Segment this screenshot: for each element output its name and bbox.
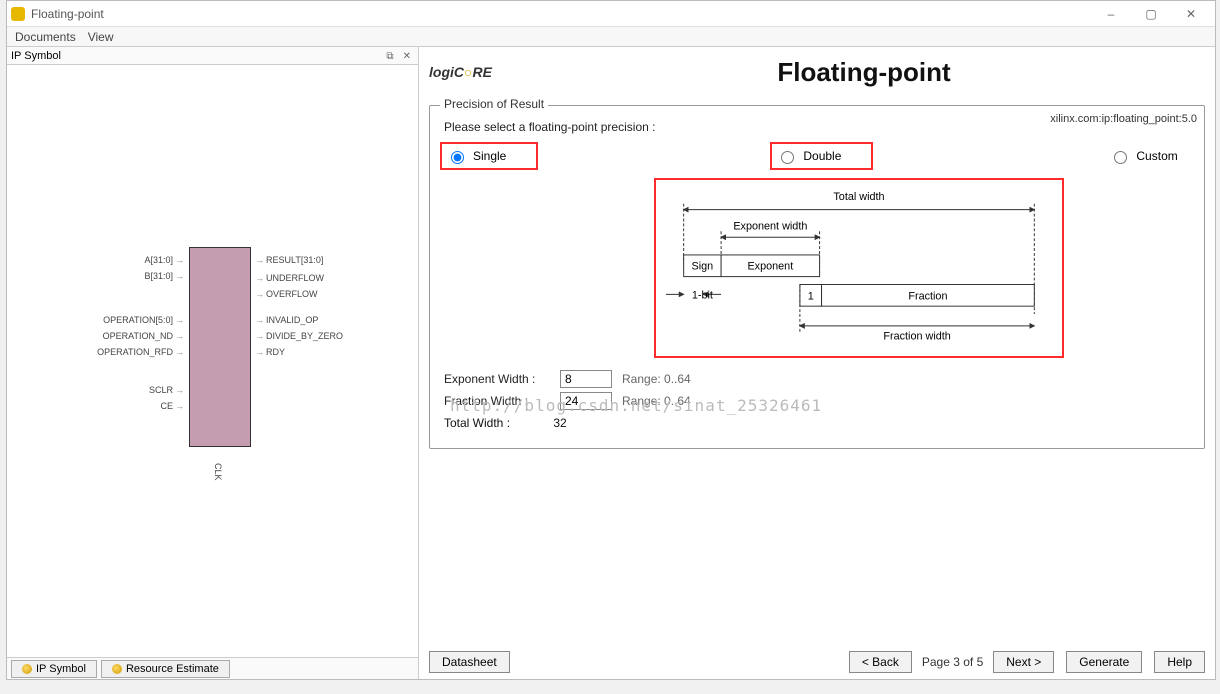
instruction-text: Please select a floating-point precision… [444,120,1190,134]
radio-single[interactable]: Single [444,146,534,166]
logicore-logo: logiC○RE [429,55,503,89]
precision-radio-group: Single Double Custom [444,146,1190,166]
panel-title: IP Symbol [11,50,61,62]
port-divide-by-zero: →DIVIDE_BY_ZERO [253,331,343,341]
exponent-width-label: Exponent Width : [444,372,550,386]
label-fraction: Fraction [908,290,947,302]
maximize-button[interactable]: ▢ [1131,1,1171,27]
precision-fieldset: Precision of Result Please select a floa… [429,105,1205,449]
panel-header: IP Symbol ⧉ ✕ [7,47,418,65]
total-width-value: 32 [553,416,566,430]
bulb-icon [22,664,32,674]
port-rdy: →RDY [253,347,285,357]
fieldset-legend: Precision of Result [440,97,548,111]
exponent-width-row: Exponent Width : Range: 0..64 [444,370,1190,388]
exponent-width-range: Range: 0..64 [622,372,691,386]
radio-custom-input[interactable] [1114,151,1127,164]
right-panel: logiC○RE Floating-point xilinx.com:ip:fl… [419,47,1215,679]
port-invalid-op: →INVALID_OP [253,315,318,325]
titlebar: Floating-point – ▢ ✕ [7,1,1215,27]
fraction-width-input[interactable] [560,392,612,410]
label-total-width: Total width [833,191,884,203]
ip-block [189,247,251,447]
main-window: Floating-point – ▢ ✕ Documents View IP S… [6,0,1216,680]
port-operation-rfd: OPERATION_RFD→ [97,347,186,357]
content-area: IP Symbol ⧉ ✕ A[31:0]→ B[31:0]→ OPERATIO… [7,47,1215,679]
tab-ip-symbol[interactable]: IP Symbol [11,660,97,678]
port-overflow: →OVERFLOW [253,289,318,299]
menubar: Documents View [7,27,1215,47]
port-sclr: SCLR→ [149,385,186,395]
total-width-row: Total Width : 32 [444,416,1190,430]
datasheet-button[interactable]: Datasheet [429,651,510,673]
help-button[interactable]: Help [1154,651,1205,673]
back-button[interactable]: < Back [849,651,912,673]
exponent-width-input[interactable] [560,370,612,388]
port-ce: CE→ [160,401,186,411]
label-one: 1 [808,290,814,302]
fraction-width-label: Fraction Width : [444,394,550,408]
port-clk: CLK [213,463,223,481]
radio-single-input[interactable] [451,151,464,164]
wizard-button-bar: Datasheet < Back Page 3 of 5 Next > Gene… [429,651,1205,673]
right-header: logiC○RE Floating-point [429,55,1205,89]
port-result: →RESULT[31:0] [253,255,323,265]
close-button[interactable]: ✕ [1171,1,1211,27]
format-diagram: Total width Exponent width Sign Exponent… [654,178,1064,358]
total-width-label: Total Width : [444,416,550,430]
fraction-width-row: Fraction Width : Range: 0..64 [444,392,1190,410]
menu-documents[interactable]: Documents [15,30,76,44]
radio-double[interactable]: Double [774,146,869,166]
page-title: Floating-point [523,57,1205,88]
radio-double-input[interactable] [781,151,794,164]
window-title: Floating-point [31,7,1091,21]
tab-resource-estimate[interactable]: Resource Estimate [101,660,230,678]
label-exponent-width: Exponent width [733,220,807,232]
port-underflow: →UNDERFLOW [253,273,324,283]
panel-close-button[interactable]: ✕ [400,51,414,62]
next-button[interactable]: Next > [993,651,1054,673]
label-one-bit: 1-bit [692,289,713,301]
port-operation-nd: OPERATION_ND→ [103,331,186,341]
panel-pin-button[interactable]: ⧉ [383,51,396,62]
bulb-icon [112,664,122,674]
app-icon [11,7,25,21]
left-tabs: IP Symbol Resource Estimate [7,657,418,679]
minimize-button[interactable]: – [1091,1,1131,27]
label-fraction-width: Fraction width [883,331,950,343]
label-sign: Sign [692,261,714,273]
fraction-width-range: Range: 0..64 [622,394,691,408]
page-indicator: Page 3 of 5 [922,655,983,669]
port-operation: OPERATION[5:0]→ [103,315,186,325]
left-panel: IP Symbol ⧉ ✕ A[31:0]→ B[31:0]→ OPERATIO… [7,47,419,679]
menu-view[interactable]: View [88,30,114,44]
radio-custom[interactable]: Custom [1109,148,1177,164]
generate-button[interactable]: Generate [1066,651,1142,673]
ip-symbol-canvas: A[31:0]→ B[31:0]→ OPERATION[5:0]→ OPERAT… [7,65,418,657]
label-exponent: Exponent [747,261,793,273]
port-a: A[31:0]→ [144,255,186,265]
port-b: B[31:0]→ [144,271,186,281]
